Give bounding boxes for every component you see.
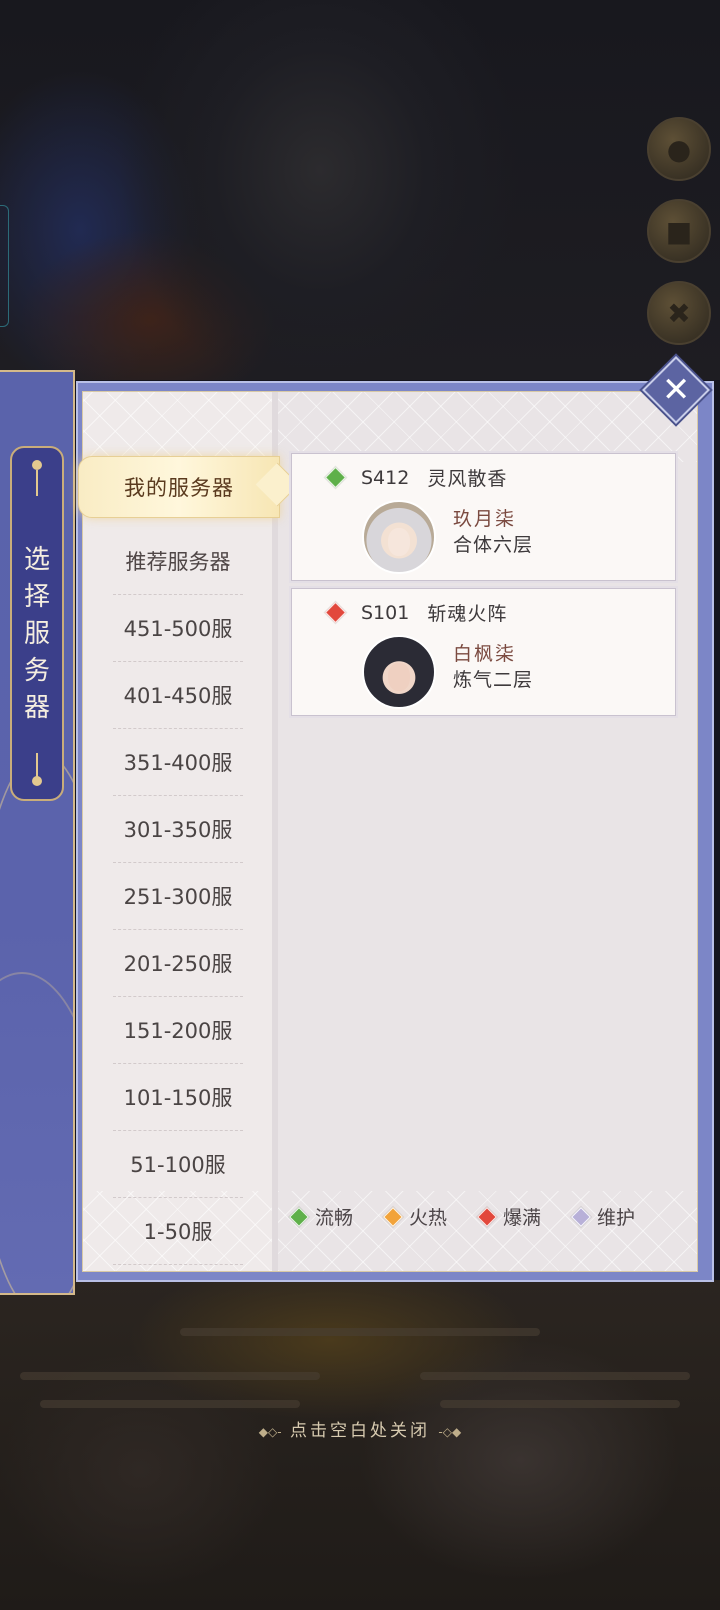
pin-decoration xyxy=(36,470,38,496)
side-tab-outline xyxy=(0,205,9,327)
category-item[interactable]: 401-450服 xyxy=(113,662,243,729)
knob-icon xyxy=(32,776,42,786)
avatar-icon[interactable]: ● xyxy=(647,117,711,181)
category-column: 推荐服务器 451-500服 401-450服 351-400服 301-350… xyxy=(83,392,278,1271)
category-item[interactable]: 1-50服 xyxy=(113,1198,243,1265)
blurred-text-line xyxy=(440,1400,680,1408)
server-id: S101 xyxy=(361,601,410,624)
status-full-icon xyxy=(477,1206,497,1227)
character-level: 合体六层 xyxy=(453,534,534,556)
category-item[interactable]: 151-200服 xyxy=(113,997,243,1064)
category-item[interactable]: 451-500服 xyxy=(113,595,243,662)
status-hot-icon xyxy=(383,1206,403,1227)
character-name: 白枫柒 xyxy=(453,643,517,665)
ornament-icon: ◆◇- xyxy=(258,1425,282,1439)
legend-item: 爆满 xyxy=(477,1203,542,1230)
status-maintenance-icon xyxy=(571,1206,591,1227)
avatar-face xyxy=(388,528,410,556)
status-full-icon xyxy=(324,601,347,624)
close-icon: ✕ xyxy=(661,370,691,410)
server-name: 灵风散香 xyxy=(427,468,508,490)
banner-title-char: 择 xyxy=(23,582,50,612)
legend-label: 爆满 xyxy=(503,1207,542,1229)
legend-label: 维护 xyxy=(597,1207,636,1229)
legend-label: 火热 xyxy=(409,1207,448,1229)
banner-title-char: 服 xyxy=(23,619,50,649)
category-my-servers[interactable]: 我的服务器 xyxy=(78,456,300,518)
status-legend: 流畅 火热 爆满 维护 xyxy=(289,1203,636,1230)
category-recommended[interactable]: 推荐服务器 xyxy=(113,528,243,595)
category-list: 推荐服务器 451-500服 401-450服 351-400服 301-350… xyxy=(113,462,243,1265)
category-item[interactable]: 101-150服 xyxy=(113,1064,243,1131)
pattern-decoration xyxy=(278,392,697,462)
tools-icon[interactable]: ✖ xyxy=(647,281,711,345)
server-header: S101 斩魂火阵 xyxy=(324,599,508,626)
ornament-icon: -◇◆ xyxy=(438,1425,462,1439)
server-card[interactable]: S412 灵风散香 玖月柒 合体六层 xyxy=(291,453,676,581)
character-info: 玖月柒 合体六层 xyxy=(453,506,533,558)
category-item[interactable]: 51-100服 xyxy=(113,1131,243,1198)
blurred-text-line xyxy=(420,1372,690,1380)
server-card[interactable]: S101 斩魂火阵 白枫柒 炼气二层 xyxy=(291,588,676,716)
category-item[interactable]: 251-300服 xyxy=(113,863,243,930)
category-my-servers-label: 我的服务器 xyxy=(124,476,234,500)
pattern-decoration xyxy=(83,392,272,462)
knob-icon xyxy=(32,460,42,470)
banner-title-char: 器 xyxy=(23,693,50,723)
blurred-text-line xyxy=(180,1328,540,1336)
character-avatar xyxy=(362,635,436,709)
swirl-decoration xyxy=(0,972,73,1293)
server-name: 斩魂火阵 xyxy=(427,603,508,625)
category-item[interactable]: 351-400服 xyxy=(113,729,243,796)
banner-title-char: 选 xyxy=(23,545,50,575)
legend-item: 流畅 xyxy=(289,1203,354,1230)
server-header: S412 灵风散香 xyxy=(324,464,508,491)
category-item[interactable]: 201-250服 xyxy=(113,930,243,997)
banner-title-char: 务 xyxy=(23,656,50,686)
legend-item: 维护 xyxy=(571,1203,636,1230)
avatar-face xyxy=(388,663,410,691)
status-fluent-icon xyxy=(324,466,347,489)
blurred-text-line xyxy=(20,1372,320,1380)
legend-label: 流畅 xyxy=(315,1207,354,1229)
character-avatar xyxy=(362,500,436,574)
character-level: 炼气二层 xyxy=(453,669,534,691)
legend-item: 火热 xyxy=(383,1203,448,1230)
banner-plate: 选 择 服 务 器 xyxy=(10,446,64,801)
blurred-text-line xyxy=(40,1400,300,1408)
character-name: 玖月柒 xyxy=(453,508,517,530)
character-info: 白枫柒 炼气二层 xyxy=(453,641,533,693)
banner-title: 选 择 服 务 器 xyxy=(12,542,62,727)
close-hint: ◆◇- 点击空白处关闭 -◇◆ xyxy=(0,1416,720,1441)
close-hint-text: 点击空白处关闭 xyxy=(290,1421,430,1441)
category-item[interactable]: 301-350服 xyxy=(113,796,243,863)
background-bottom xyxy=(0,1280,720,1610)
menu-icon[interactable]: ■ xyxy=(647,199,711,263)
background-top xyxy=(0,0,720,380)
server-id: S412 xyxy=(361,466,410,489)
status-fluent-icon xyxy=(289,1206,309,1227)
